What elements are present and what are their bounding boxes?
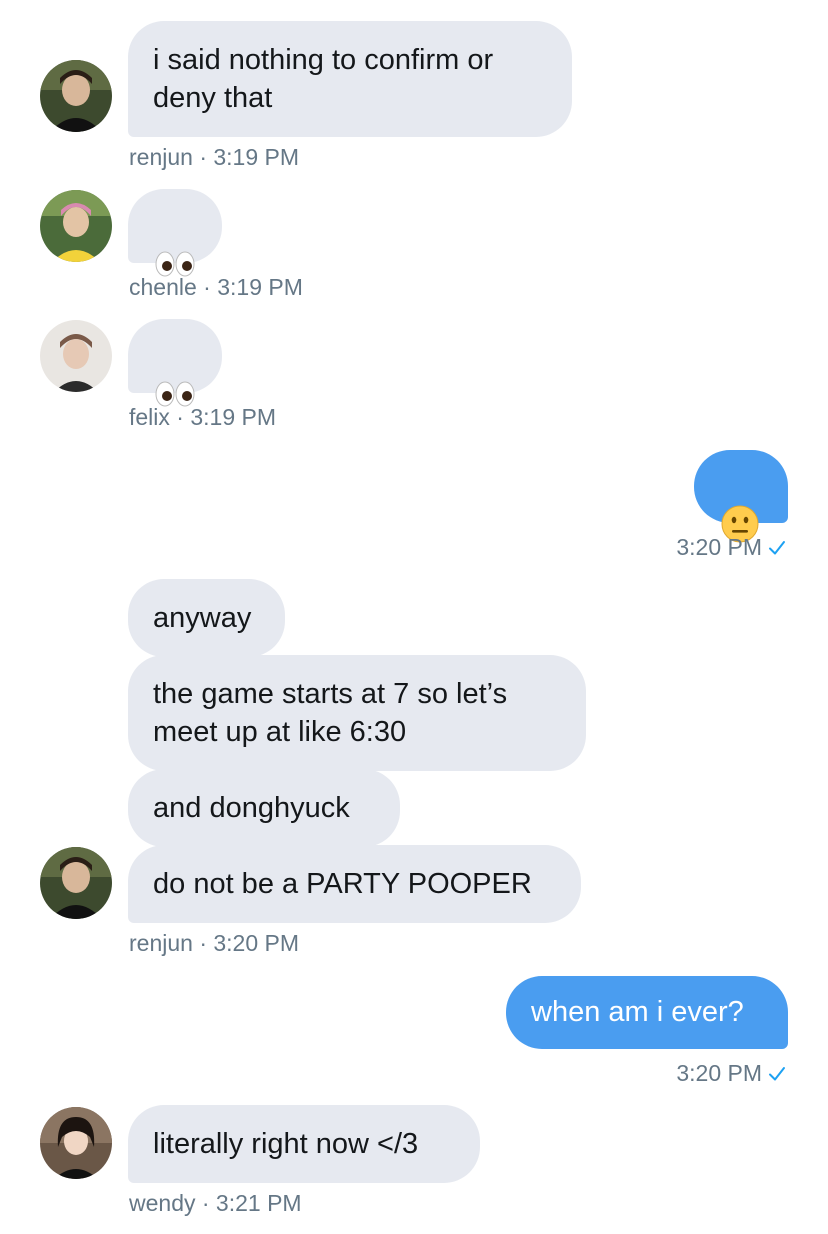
message-bubble[interactable]: and donghyuck [128, 769, 400, 847]
message-bubble[interactable]: literally right now </3 [128, 1105, 480, 1183]
read-check-icon [769, 541, 785, 555]
message-meta: renjun · 3:19 PM [129, 144, 300, 170]
timestamp: 3:20 PM [676, 1060, 762, 1086]
avatar-felix[interactable] [40, 320, 112, 392]
message-meta: felix · 3:19 PM [129, 404, 276, 430]
message-meta: wendy · 3:21 PM [129, 1190, 302, 1216]
message-bubble[interactable]: the game starts at 7 so let’s meet up at… [128, 655, 586, 771]
message-bubble[interactable] [128, 189, 222, 277]
message-bubble[interactable] [128, 319, 222, 407]
message-bubble-outgoing[interactable]: when am i ever? [506, 976, 788, 1049]
message-meta-outgoing: 3:20 PM [676, 533, 786, 561]
message-bubble[interactable]: i said nothing to confirm or deny that [128, 21, 572, 137]
avatar-renjun[interactable] [40, 847, 112, 919]
avatar-wendy[interactable] [40, 1107, 112, 1179]
message-bubble[interactable]: do not be a PARTY POOPER [128, 845, 581, 923]
avatar-renjun[interactable] [40, 60, 112, 132]
avatar-chenle[interactable] [40, 190, 112, 262]
message-meta: chenle · 3:19 PM [129, 274, 303, 300]
message-meta: renjun · 3:20 PM [129, 930, 300, 956]
message-bubble[interactable]: anyway [128, 579, 285, 657]
message-meta-outgoing: 3:20 PM [676, 1059, 786, 1087]
timestamp: 3:20 PM [676, 534, 762, 560]
read-check-icon [769, 1067, 785, 1081]
message-bubble-outgoing[interactable] [694, 450, 788, 543]
